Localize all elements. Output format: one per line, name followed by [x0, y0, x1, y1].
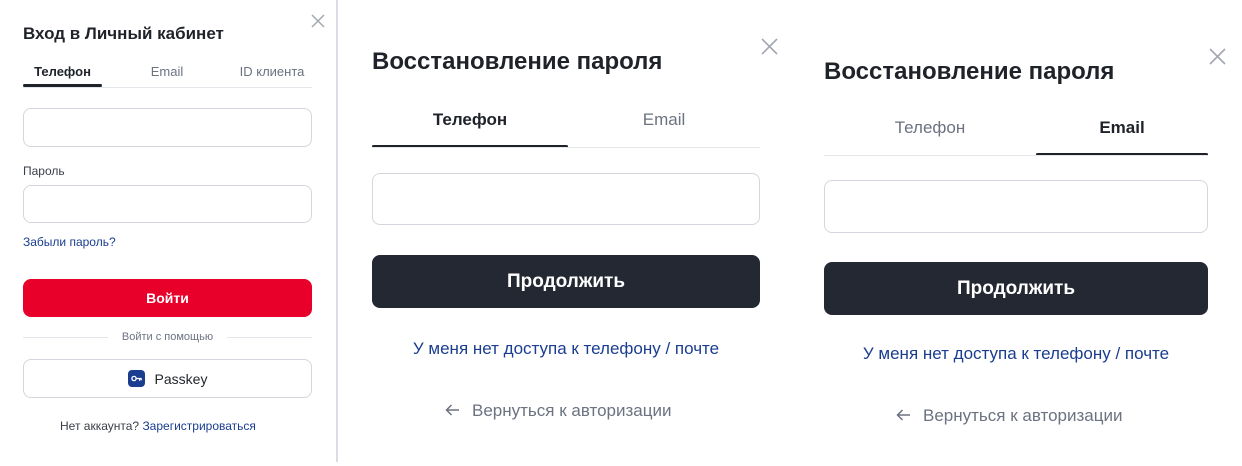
- alt-login-text: Войти с помощью: [121, 331, 214, 343]
- close-icon[interactable]: [311, 14, 325, 28]
- recovery-tabs: Телефон Email: [372, 110, 760, 148]
- login-tabs: Телефон Email ID клиента: [23, 64, 312, 87]
- no-access-link[interactable]: У меня нет доступа к телефону / почте: [824, 344, 1208, 364]
- tab-client-id[interactable]: ID клиента: [232, 64, 312, 87]
- no-account-text: Нет аккаунта?: [60, 419, 140, 433]
- back-label: Вернуться к авторизации: [923, 406, 1123, 425]
- password-input[interactable]: [23, 185, 312, 223]
- tab-email[interactable]: Email: [1036, 118, 1208, 156]
- tabs-divider: [372, 147, 760, 148]
- register-link[interactable]: Зарегистрироваться: [142, 419, 255, 433]
- tab-email[interactable]: Email: [102, 64, 232, 87]
- register-row: Нет аккаунта? Зарегистрироваться: [60, 419, 256, 433]
- passkey-key-icon: [127, 370, 145, 387]
- forgot-password-link[interactable]: Забыли пароль?: [23, 235, 116, 249]
- continue-button[interactable]: Продолжить: [372, 255, 760, 308]
- arrow-left-icon: [896, 406, 911, 426]
- no-access-link[interactable]: У меня нет доступа к телефону / почте: [372, 339, 760, 359]
- recovery-phone-modal: Восстановление пароля Телефон Email Прод…: [338, 0, 786, 466]
- back-to-login-link[interactable]: Вернуться к авторизации: [445, 401, 671, 421]
- tab-phone[interactable]: Телефон: [23, 64, 102, 87]
- close-icon[interactable]: [1209, 48, 1226, 65]
- password-label: Пароль: [23, 164, 65, 178]
- phone-input[interactable]: [23, 108, 312, 147]
- arrow-left-icon: [445, 401, 460, 421]
- tab-phone[interactable]: Телефон: [824, 118, 1036, 156]
- tab-phone[interactable]: Телефон: [372, 110, 568, 148]
- back-to-login-link[interactable]: Вернуться к авторизации: [896, 406, 1122, 426]
- tab-email[interactable]: Email: [568, 110, 760, 148]
- recovery-title: Восстановление пароля: [824, 58, 1115, 85]
- tabs-divider: [23, 87, 312, 88]
- alt-login-divider: Войти с помощью: [23, 331, 312, 343]
- divider-line-left: [23, 336, 108, 338]
- passkey-button[interactable]: Passkey: [23, 359, 312, 398]
- passkey-label: Passkey: [154, 370, 208, 387]
- login-button[interactable]: Войти: [23, 279, 312, 317]
- back-label: Вернуться к авторизации: [472, 401, 672, 420]
- recovery-tabs: Телефон Email: [824, 118, 1208, 156]
- divider-line-right: [227, 336, 312, 338]
- continue-button[interactable]: Продолжить: [824, 262, 1208, 315]
- phone-input[interactable]: [372, 173, 760, 225]
- screens-stage: Вход в Личный кабинет Телефон Email ID к…: [0, 0, 1242, 466]
- recovery-title: Восстановление пароля: [372, 48, 663, 75]
- tabs-divider: [824, 155, 1208, 156]
- login-title: Вход в Личный кабинет: [23, 24, 224, 43]
- email-input[interactable]: [824, 180, 1208, 233]
- close-icon[interactable]: [761, 38, 778, 55]
- recovery-email-modal: Восстановление пароля Телефон Email Прод…: [788, 0, 1242, 466]
- login-modal: Вход в Личный кабинет Телефон Email ID к…: [0, 0, 336, 462]
